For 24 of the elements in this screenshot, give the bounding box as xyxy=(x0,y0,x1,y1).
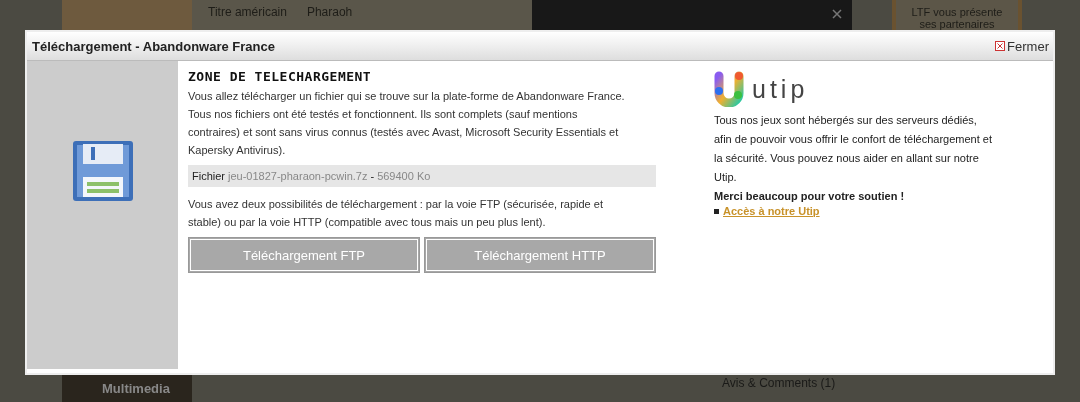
utip-logo-icon xyxy=(714,71,744,107)
close-icon[interactable] xyxy=(832,9,842,19)
intro-paragraph: Vous allez télécharger un fichier qui se trouve sur la plate-forme de Abandonware France. Tous nos fichiers ont été testés et fonctionnent. Ils sont complets (sauf mentions contraires) et sont sans virus connus (testés avec Avast, Microsoft Security Essentials et Kapersky Antivirus). xyxy=(188,89,626,158)
file-name: jeu-01827-pharaon-pcwin.7z xyxy=(228,170,368,182)
category-tile[interactable]: Multimedia xyxy=(62,375,192,402)
separator: - xyxy=(370,170,375,182)
info-label: Titre américain xyxy=(208,5,287,21)
info-value: Pharaoh xyxy=(306,5,353,21)
partners-text: LTF vous présente ses partenaires xyxy=(911,6,1003,30)
thanks-text: Merci beaucoup pour votre soutien ! xyxy=(714,189,906,204)
section-heading: ZONE DE TELECHARGEMENT xyxy=(188,69,373,84)
close-icon xyxy=(995,41,1006,51)
dialog-title: Téléchargement - Abandonware France xyxy=(32,38,275,54)
close-button[interactable]: Fermer xyxy=(995,38,1049,54)
utip-link[interactable]: Accès à notre Utip xyxy=(723,205,820,217)
brand-name: utip xyxy=(752,74,809,104)
bullet-icon xyxy=(714,208,719,214)
category-label: Multimedia xyxy=(102,381,170,396)
choice-paragraph: Vous avez deux possibilités de téléchargement : par la voie FTP (sécurisée, rapide et stable) ou par la voie HTTP (compatible avec tous mais un peu plus lent). xyxy=(188,197,604,230)
support-paragraph: Tous nos jeux sont hébergés sur des serveurs dédiés, afin de pouvoir vous offrir le confort de téléchargement et la sécurité. Vous pouvez nous aider en allant sur notre Utip. xyxy=(714,113,993,185)
download-button[interactable]: Téléchargement HTTP xyxy=(424,237,656,273)
download-button[interactable]: Téléchargement FTP xyxy=(188,237,420,273)
file-label: Fichier xyxy=(192,170,225,182)
file-size: 569400 Ko xyxy=(377,170,431,182)
